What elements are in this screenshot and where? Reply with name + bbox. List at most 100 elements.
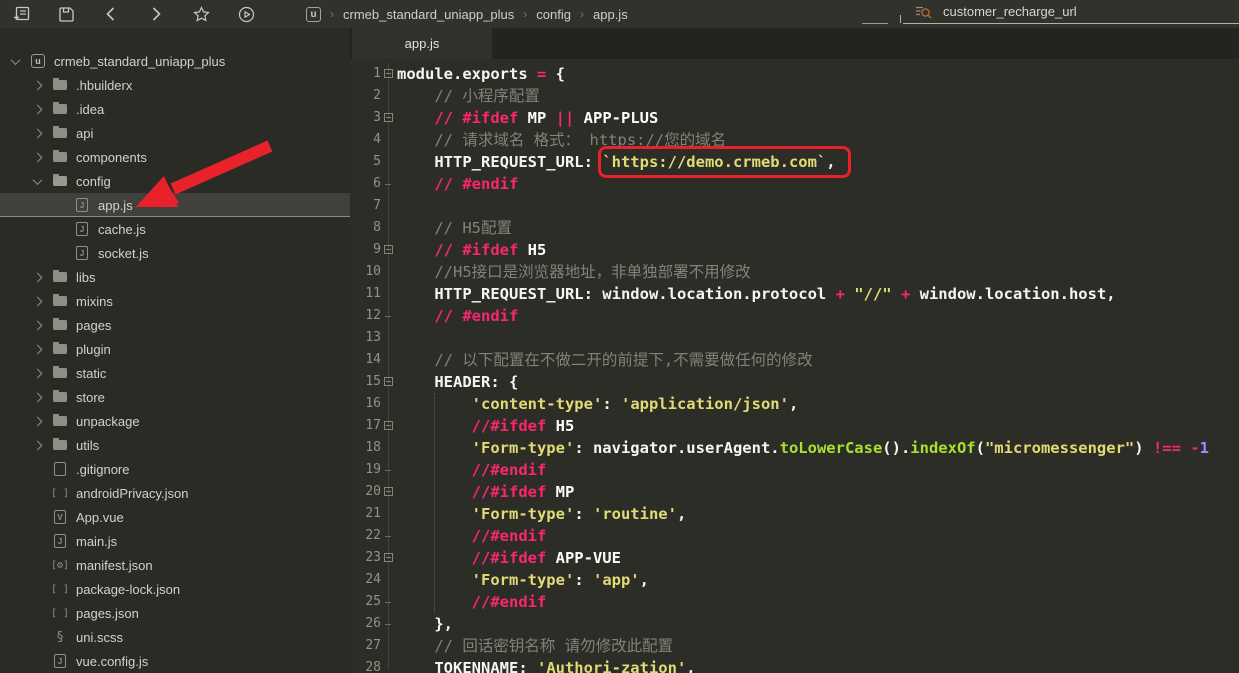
chevron-right-icon[interactable] xyxy=(30,298,44,305)
fold-start-marker[interactable] xyxy=(381,107,397,129)
line-number: 15 xyxy=(350,371,381,393)
code-line-28[interactable]: 28 TOKENNAME: 'Authori-zation', xyxy=(350,657,1239,673)
code-line-5[interactable]: 5 HTTP_REQUEST_URL: `https://demo.crmeb.… xyxy=(350,151,1239,173)
code-line-1[interactable]: 1module.exports = { xyxy=(350,63,1239,85)
chevron-right-icon[interactable] xyxy=(30,154,44,161)
tree-item-config[interactable]: config xyxy=(0,169,350,193)
code-line-11[interactable]: 11 HTTP_REQUEST_URL: window.location.pro… xyxy=(350,283,1239,305)
tree-item-.idea[interactable]: .idea xyxy=(0,97,350,121)
code-line-15[interactable]: 15 HEADER: { xyxy=(350,371,1239,393)
code-line-23[interactable]: 23 //#ifdef APP-VUE xyxy=(350,547,1239,569)
code-text: HTTP_REQUEST_URL: `https://demo.crmeb.co… xyxy=(397,151,836,173)
code-line-21[interactable]: 21 'Form-type': 'routine', xyxy=(350,503,1239,525)
code-line-24[interactable]: 24 'Form-type': 'app', xyxy=(350,569,1239,591)
code-line-8[interactable]: 8 // H5配置 xyxy=(350,217,1239,239)
fold-start-marker[interactable] xyxy=(381,481,397,503)
tree-item-app.js[interactable]: Japp.js xyxy=(0,193,350,217)
tree-item-socket.js[interactable]: Jsocket.js xyxy=(0,241,350,265)
tree-item-manifest.json[interactable]: [⚙]manifest.json xyxy=(0,553,350,577)
tree-item-label: package-lock.json xyxy=(76,582,180,597)
tree-item-.hbuilderx[interactable]: .hbuilderx xyxy=(0,73,350,97)
back-icon[interactable] xyxy=(102,5,120,23)
code-line-4[interactable]: 4 // 请求域名 格式： https://您的域名 xyxy=(350,129,1239,151)
tree-item-pages.json[interactable]: [ ]pages.json xyxy=(0,601,350,625)
code-text: //#ifdef APP-VUE xyxy=(397,547,621,569)
code-line-7[interactable]: 7 xyxy=(350,195,1239,217)
code-line-10[interactable]: 10 //H5接口是浏览器地址，非单独部署不用修改 xyxy=(350,261,1239,283)
code-line-2[interactable]: 2 // 小程序配置 xyxy=(350,85,1239,107)
line-number: 8 xyxy=(350,217,381,239)
chevron-down-icon[interactable] xyxy=(30,178,44,185)
chevron-right-icon[interactable] xyxy=(30,394,44,401)
breadcrumb-separator-icon: › xyxy=(523,7,527,21)
code-line-6[interactable]: 6 // #endif xyxy=(350,173,1239,195)
code-line-20[interactable]: 20 //#ifdef MP xyxy=(350,481,1239,503)
fold-start-marker[interactable] xyxy=(381,547,397,569)
fold-start-marker[interactable] xyxy=(381,415,397,437)
fold-start-marker[interactable] xyxy=(381,371,397,393)
tree-item-androidPrivacy.json[interactable]: [ ]androidPrivacy.json xyxy=(0,481,350,505)
chevron-right-icon[interactable] xyxy=(30,274,44,281)
fold-end-marker xyxy=(381,459,397,481)
code-line-13[interactable]: 13 xyxy=(350,327,1239,349)
chevron-right-icon[interactable] xyxy=(30,130,44,137)
code-line-19[interactable]: 19 //#endif xyxy=(350,459,1239,481)
run-icon[interactable] xyxy=(237,5,255,23)
tree-item-components[interactable]: components xyxy=(0,145,350,169)
chevron-right-icon[interactable] xyxy=(30,346,44,353)
tree-item-unpackage[interactable]: unpackage xyxy=(0,409,350,433)
forward-icon[interactable] xyxy=(147,5,165,23)
code-line-9[interactable]: 9 // #ifdef H5 xyxy=(350,239,1239,261)
code-line-12[interactable]: 12 // #endif xyxy=(350,305,1239,327)
chevron-right-icon[interactable] xyxy=(30,82,44,89)
tree-item-static[interactable]: static xyxy=(0,361,350,385)
tree-item-cache.js[interactable]: Jcache.js xyxy=(0,217,350,241)
code-line-16[interactable]: 16 'content-type': 'application/json', xyxy=(350,393,1239,415)
fold-start-marker[interactable] xyxy=(381,63,397,85)
star-icon[interactable] xyxy=(192,5,210,23)
tree-item-pages[interactable]: pages xyxy=(0,313,350,337)
tab-app-js[interactable]: app.js xyxy=(352,28,492,59)
chevron-right-icon[interactable] xyxy=(30,106,44,113)
code-line-25[interactable]: 25 //#endif xyxy=(350,591,1239,613)
breadcrumb-folder[interactable]: config xyxy=(536,7,571,22)
chevron-right-icon[interactable] xyxy=(30,370,44,377)
code-line-27[interactable]: 27 // 回话密钥名称 请勿修改此配置 xyxy=(350,635,1239,657)
chevron-down-icon[interactable] xyxy=(8,58,22,65)
code-line-3[interactable]: 3 // #ifdef MP || APP-PLUS xyxy=(350,107,1239,129)
toolbar: u › crmeb_standard_uniapp_plus › config … xyxy=(0,0,1239,28)
fold-start-marker[interactable] xyxy=(381,239,397,261)
tree-item-store[interactable]: store xyxy=(0,385,350,409)
tree-item-vue.config.js[interactable]: Jvue.config.js xyxy=(0,649,350,673)
tree-item-plugin[interactable]: plugin xyxy=(0,337,350,361)
tree-item-uni.scss[interactable]: §uni.scss xyxy=(0,625,350,649)
tree-item-package-lock.json[interactable]: [ ]package-lock.json xyxy=(0,577,350,601)
code-editor[interactable]: 1module.exports = {2 // 小程序配置3 // #ifdef… xyxy=(350,59,1239,673)
fold-gutter xyxy=(381,349,397,371)
code-line-18[interactable]: 18 'Form-type': navigator.userAgent.toLo… xyxy=(350,437,1239,459)
new-file-icon[interactable] xyxy=(12,5,30,23)
code-line-14[interactable]: 14 // 以下配置在不做二开的前提下,不需要做任何的修改 xyxy=(350,349,1239,371)
tree-item-api[interactable]: api xyxy=(0,121,350,145)
tree-item-main.js[interactable]: Jmain.js xyxy=(0,529,350,553)
tree-item-label: uni.scss xyxy=(76,630,123,645)
search-input[interactable]: customer_recharge_url xyxy=(903,0,1239,24)
chevron-right-icon[interactable] xyxy=(30,418,44,425)
code-line-22[interactable]: 22 //#endif xyxy=(350,525,1239,547)
tree-item-App.vue[interactable]: VApp.vue xyxy=(0,505,350,529)
tree-item-.gitignore[interactable]: .gitignore xyxy=(0,457,350,481)
chevron-right-icon[interactable] xyxy=(30,322,44,329)
tree-item-libs[interactable]: libs xyxy=(0,265,350,289)
code-line-17[interactable]: 17 //#ifdef H5 xyxy=(350,415,1239,437)
tree-item-utils[interactable]: utils xyxy=(0,433,350,457)
tree-item-mixins[interactable]: mixins xyxy=(0,289,350,313)
breadcrumb-file[interactable]: app.js xyxy=(593,7,628,22)
chevron-right-icon[interactable] xyxy=(30,442,44,449)
line-number: 28 xyxy=(350,657,381,673)
tree-item-label: androidPrivacy.json xyxy=(76,486,188,501)
save-icon[interactable] xyxy=(57,5,75,23)
breadcrumb-separator-icon: › xyxy=(580,7,584,21)
code-line-26[interactable]: 26 }, xyxy=(350,613,1239,635)
tree-item-crmeb_standard_uniapp_plus[interactable]: ucrmeb_standard_uniapp_plus xyxy=(0,49,350,73)
breadcrumb-project[interactable]: crmeb_standard_uniapp_plus xyxy=(343,7,514,22)
